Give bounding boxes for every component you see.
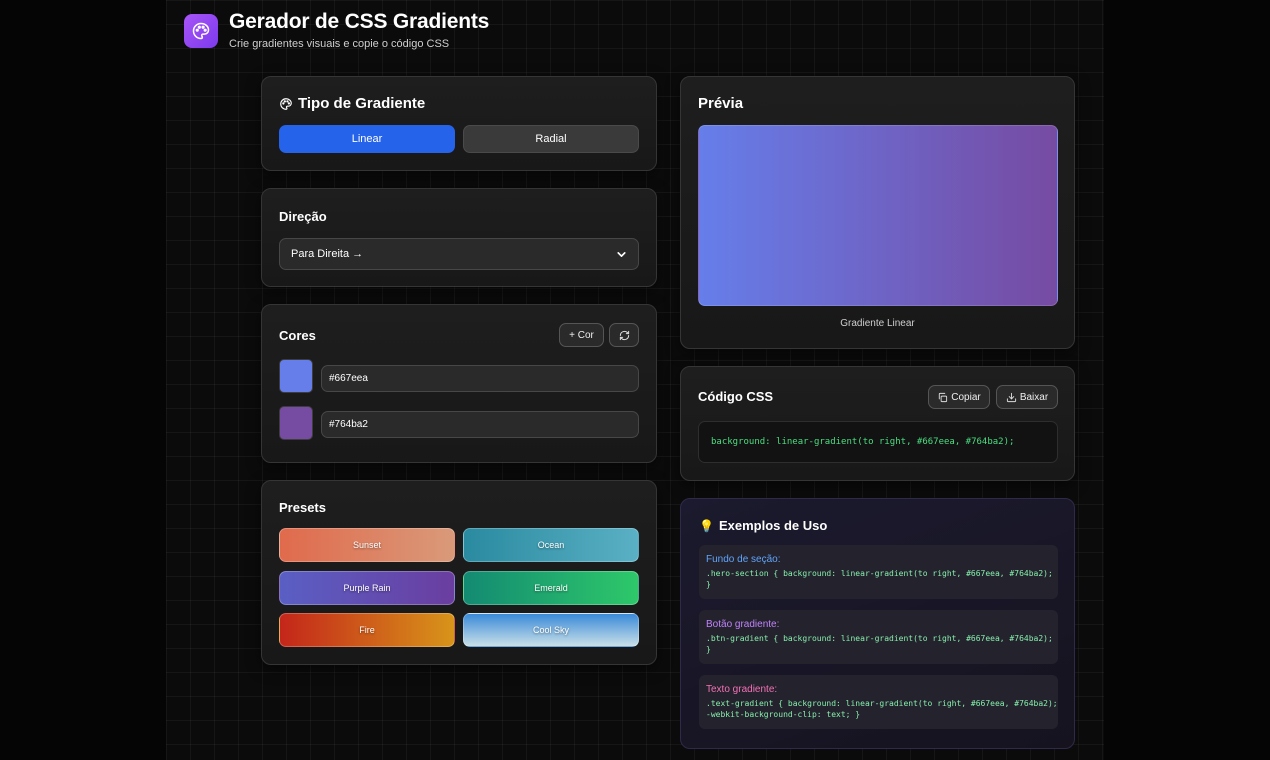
direction-selected-value: Para Direita →: [291, 248, 364, 260]
example-label: Botão gradiente:: [706, 619, 780, 630]
usage-examples-card: 💡 Exemplos de Uso Fundo de seção: .hero-…: [680, 498, 1075, 749]
examples-title: 💡 Exemplos de Uso: [699, 518, 827, 533]
gradient-preview: [698, 125, 1058, 306]
preset-fire-button[interactable]: Fire: [279, 613, 455, 647]
css-code-card: Código CSS Copiar Baixar background: lin…: [680, 366, 1075, 481]
direction-select[interactable]: Para Direita →: [279, 238, 639, 270]
colors-title: Cores: [279, 328, 316, 343]
copy-icon: [939, 392, 948, 402]
copy-button[interactable]: Copiar: [928, 385, 990, 409]
example-item: Botão gradiente: .btn-gradient { backgro…: [699, 610, 1058, 664]
presets-card: Presets Sunset Ocean Purple Rain Emerald…: [261, 480, 657, 665]
example-label: Texto gradiente:: [706, 684, 778, 695]
chevron-down-icon: [617, 252, 626, 257]
color-swatch-1[interactable]: [279, 359, 313, 393]
direction-card: Direção Para Direita →: [261, 188, 657, 287]
page-subtitle: Crie gradientes visuais e copie o código…: [229, 38, 450, 50]
color-hex-input-1[interactable]: #667eea: [321, 365, 639, 392]
example-code: .btn-gradient { background: linear-gradi…: [706, 634, 1053, 654]
preview-title: Prévia: [698, 95, 744, 112]
palette-logo-icon: [184, 14, 218, 48]
page-title: Gerador de CSS Gradients: [229, 10, 490, 33]
preset-purple-rain-button[interactable]: Purple Rain: [279, 571, 455, 605]
gradient-type-title: Tipo de Gradiente: [279, 95, 425, 112]
copy-button-label: Copiar: [951, 391, 981, 403]
app-header: Gerador de CSS Gradients Crie gradientes…: [184, 10, 489, 50]
examples-title-text: Exemplos de Uso: [718, 518, 828, 533]
refresh-icon: [619, 330, 629, 340]
linear-button[interactable]: Linear: [279, 125, 455, 153]
gradient-type-title-text: Tipo de Gradiente: [298, 95, 426, 112]
preset-ocean-button[interactable]: Ocean: [463, 528, 639, 562]
add-color-button[interactable]: + Cor: [559, 323, 604, 347]
css-code-output[interactable]: background: linear-gradient(to right, #6…: [698, 421, 1058, 463]
preview-card: Prévia Gradiente Linear: [680, 76, 1075, 349]
preview-label: Gradiente Linear: [840, 318, 915, 329]
example-code: .text-gradient { background: linear-grad…: [706, 699, 1058, 719]
direction-title: Direção: [279, 209, 327, 224]
example-item: Fundo de seção: .hero-section { backgrou…: [699, 545, 1058, 599]
colors-card: Cores + Cor #667eea #764ba2: [261, 304, 657, 463]
example-label: Fundo de seção:: [706, 554, 781, 565]
radial-button[interactable]: Radial: [463, 125, 639, 153]
preset-cool-sky-button[interactable]: Cool Sky: [463, 613, 639, 647]
preset-sunset-button[interactable]: Sunset: [279, 528, 455, 562]
gradient-type-card: Tipo de Gradiente Linear Radial: [261, 76, 657, 171]
download-button[interactable]: Baixar: [996, 385, 1058, 409]
preset-emerald-button[interactable]: Emerald: [463, 571, 639, 605]
example-item: Texto gradiente: .text-gradient { backgr…: [699, 675, 1058, 729]
color-swatch-2[interactable]: [279, 406, 313, 440]
randomize-colors-button[interactable]: [609, 323, 639, 347]
example-code: .hero-section { background: linear-gradi…: [706, 569, 1053, 589]
color-hex-input-2[interactable]: #764ba2: [321, 411, 639, 438]
palette-icon: [280, 97, 292, 110]
download-button-label: Baixar: [1019, 391, 1049, 403]
lightbulb-icon: 💡: [699, 518, 714, 533]
css-code-title: Código CSS: [698, 389, 774, 404]
download-icon: [1006, 392, 1016, 402]
presets-title: Presets: [279, 500, 326, 515]
